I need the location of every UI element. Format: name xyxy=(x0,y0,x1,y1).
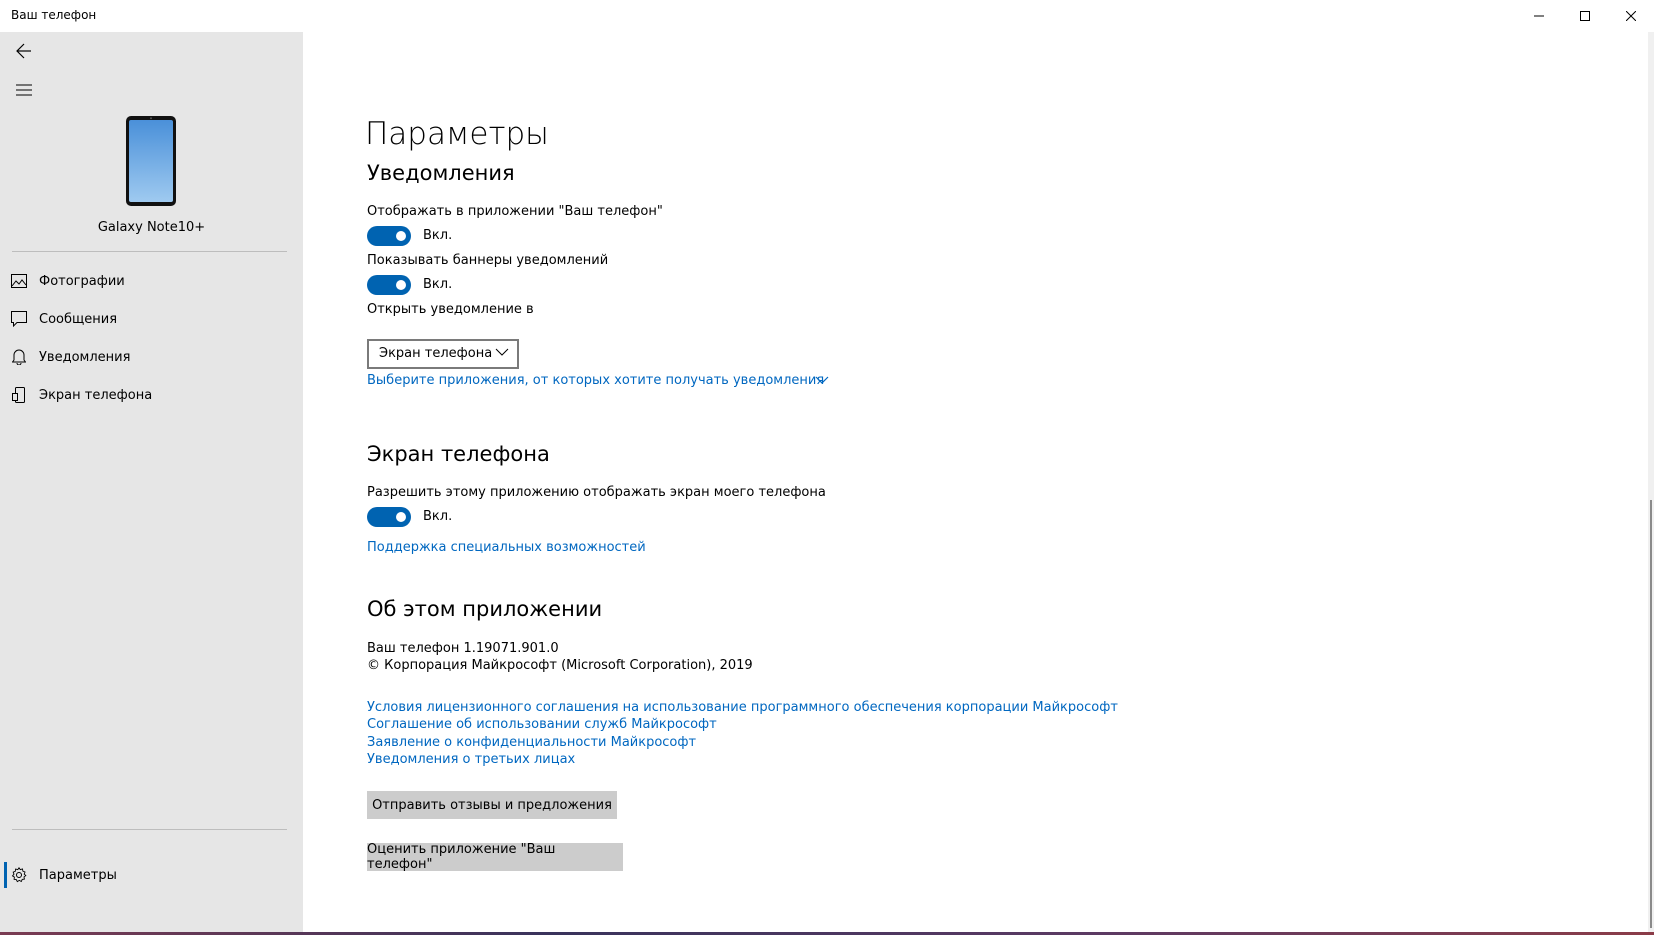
show-in-app-toggle[interactable] xyxy=(367,226,411,246)
sidebar-divider-bottom xyxy=(12,829,287,830)
hamburger-menu-button[interactable] xyxy=(8,74,40,106)
sidebar-item-messages[interactable]: Сообщения xyxy=(0,300,303,338)
close-icon xyxy=(1626,11,1636,21)
accessibility-link[interactable]: Поддержка специальных возможностей xyxy=(367,540,646,555)
maximize-icon xyxy=(1580,11,1590,21)
allow-screen-label: Разрешить этому приложению отображать эк… xyxy=(367,485,826,500)
sidebar-item-settings[interactable]: Параметры xyxy=(0,856,303,894)
minimize-button[interactable] xyxy=(1516,0,1562,32)
show-in-app-state: Вкл. xyxy=(423,228,453,243)
device-name: Galaxy Note10+ xyxy=(97,220,206,235)
choose-apps-link[interactable]: Выберите приложения, от которых хотите п… xyxy=(367,373,824,388)
close-button[interactable] xyxy=(1608,0,1654,32)
third-party-notices-link[interactable]: Уведомления о третьих лицах xyxy=(367,752,575,767)
main-content: Параметры Уведомления Отображать в прило… xyxy=(303,32,1654,935)
gear-icon xyxy=(11,867,27,883)
sidebar-item-label: Уведомления xyxy=(39,349,131,365)
sidebar-divider xyxy=(12,251,287,252)
phone-image xyxy=(126,116,176,210)
photos-icon xyxy=(11,273,27,289)
minimize-icon xyxy=(1534,15,1544,17)
open-in-label: Открыть уведомление в xyxy=(367,302,534,317)
sidebar-item-label: Фотографии xyxy=(39,273,125,289)
window-title: Ваш телефон xyxy=(11,8,97,22)
sidebar-item-label: Экран телефона xyxy=(39,387,153,403)
open-in-value: Экран телефона xyxy=(379,346,493,361)
section-title-phone-screen: Экран телефона xyxy=(367,442,550,466)
section-title-notifications: Уведомления xyxy=(367,161,515,185)
scrollbar-thumb[interactable] xyxy=(1650,500,1652,928)
sidebar: Galaxy Note10+ Фотографии Сообщения Увед… xyxy=(0,32,303,932)
sidebar-item-photos[interactable]: Фотографии xyxy=(0,262,303,300)
show-banners-label: Показывать баннеры уведомлений xyxy=(367,253,609,268)
sidebar-item-phone-screen[interactable]: Экран телефона xyxy=(0,376,303,414)
show-in-app-label: Отображать в приложении "Ваш телефон" xyxy=(367,204,663,219)
phone-screen-icon xyxy=(11,387,27,403)
bell-icon xyxy=(11,349,27,365)
maximize-button[interactable] xyxy=(1562,0,1608,32)
section-title-about: Об этом приложении xyxy=(367,597,603,621)
back-arrow-icon xyxy=(16,43,31,59)
license-terms-link[interactable]: Условия лицензионного соглашения на испо… xyxy=(367,700,1118,715)
title-bar: Ваш телефон xyxy=(0,0,1654,32)
page-title: Параметры xyxy=(365,116,549,152)
open-in-dropdown[interactable]: Экран телефона xyxy=(367,339,519,369)
hamburger-icon xyxy=(16,84,32,96)
send-feedback-button[interactable]: Отправить отзывы и предложения xyxy=(367,791,617,819)
expand-chevron-icon[interactable] xyxy=(815,376,829,385)
show-banners-toggle[interactable] xyxy=(367,275,411,295)
chevron-down-icon xyxy=(495,348,509,356)
sidebar-item-label: Сообщения xyxy=(39,311,118,327)
services-agreement-link[interactable]: Соглашение об использовании служб Майкро… xyxy=(367,717,717,732)
messages-icon xyxy=(11,311,27,327)
copyright: © Корпорация Майкрософт (Microsoft Corpo… xyxy=(367,658,753,673)
show-banners-state: Вкл. xyxy=(423,277,453,292)
rate-app-button[interactable]: Оценить приложение "Ваш телефон" xyxy=(367,842,623,872)
sidebar-item-notifications[interactable]: Уведомления xyxy=(0,338,303,376)
back-button[interactable] xyxy=(8,35,40,67)
allow-screen-toggle[interactable] xyxy=(367,507,411,527)
privacy-statement-link[interactable]: Заявление о конфиденциальности Майкрософ… xyxy=(367,735,696,750)
app-version: Ваш телефон 1.19071.901.0 xyxy=(367,641,559,656)
allow-screen-state: Вкл. xyxy=(423,509,453,524)
sidebar-item-label: Параметры xyxy=(39,867,117,883)
